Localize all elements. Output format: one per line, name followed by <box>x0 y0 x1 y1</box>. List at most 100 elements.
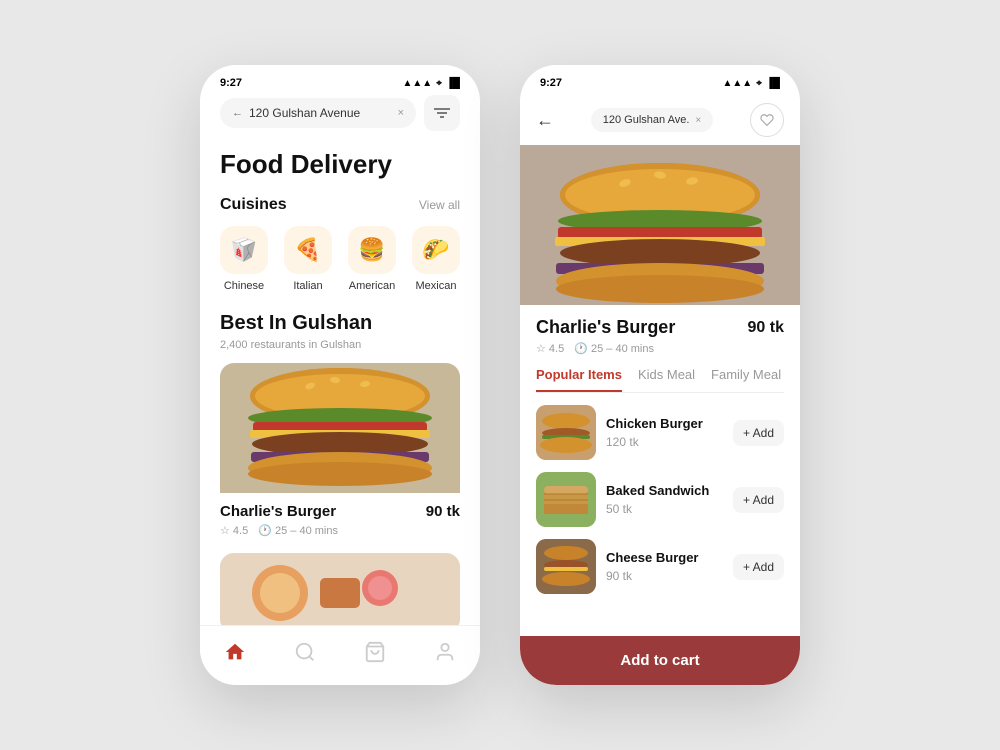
signal-icon: ▲▲▲ <box>402 78 432 89</box>
cuisine-italian[interactable]: 🍕 Italian <box>284 226 332 292</box>
home-icon <box>224 641 246 663</box>
cuisine-icon-italian: 🍕 <box>284 226 332 274</box>
right-time: 🕐 25 – 40 mins <box>574 342 654 355</box>
address-tag[interactable]: 120 Gulshan Ave. × <box>591 108 714 132</box>
cuisine-icon-mexican: 🌮 <box>412 226 460 274</box>
best-section-title: Best In Gulshan <box>220 312 460 335</box>
right-phone: 9:27 ▲▲▲ ⌖ ▐█ ← 120 Gulshan Ave. × <box>520 65 800 685</box>
tab-popular[interactable]: Popular Items <box>536 367 622 392</box>
address-text: 120 Gulshan Ave. <box>603 114 690 126</box>
restaurant-price: 90 tk <box>426 503 460 520</box>
cheese-burger-img <box>536 539 596 594</box>
restaurant-meta: ☆ 4.5 🕐 25 – 40 mins <box>220 524 460 537</box>
cuisine-label-mexican: Mexican <box>416 280 457 292</box>
restaurant-info: Charlie's Burger 90 tk ☆ 4.5 🕐 25 – 40 m… <box>220 493 460 541</box>
second-food-image <box>220 553 460 633</box>
restaurant-card[interactable]: Charlie's Burger 90 tk ☆ 4.5 🕐 25 – 40 m… <box>220 363 460 541</box>
signal-icon-right: ▲▲▲ <box>722 78 752 89</box>
cheese-burger-name: Cheese Burger <box>606 550 723 565</box>
cuisine-chinese[interactable]: 🥡 Chinese <box>220 226 268 292</box>
right-restaurant-price: 90 tk <box>748 319 784 337</box>
filter-icon <box>434 107 450 119</box>
nav-search[interactable] <box>294 641 316 663</box>
cuisine-mexican[interactable]: 🌮 Mexican <box>412 226 460 292</box>
cheese-burger-info: Cheese Burger 90 tk <box>606 550 723 583</box>
baked-sandwich-thumbnail <box>536 472 596 527</box>
nav-home[interactable] <box>224 641 246 663</box>
menu-item-2: Baked Sandwich 50 tk + Add <box>536 472 784 527</box>
menu-item-1: Chicken Burger 120 tk + Add <box>536 405 784 460</box>
chicken-burger-img <box>536 405 596 460</box>
time-left: 9:27 <box>220 77 242 89</box>
search-back-arrow: ← <box>232 107 243 119</box>
cuisines-title: Cuisines <box>220 196 287 214</box>
menu-item-3: Cheese Burger 90 tk + Add <box>536 539 784 594</box>
restaurant-name: Charlie's Burger <box>220 503 336 520</box>
status-icons-left: ▲▲▲ ⌖ ▐█ <box>402 78 460 89</box>
restaurant-name-row: Charlie's Burger 90 tk <box>220 503 460 520</box>
hero-image <box>520 145 800 305</box>
nav-profile[interactable] <box>434 641 456 663</box>
right-rating: ☆ 4.5 <box>536 342 564 355</box>
tab-kids-meal[interactable]: Kids Meal <box>638 367 695 392</box>
chicken-burger-info: Chicken Burger 120 tk <box>606 416 723 449</box>
battery-icon: ▐█ <box>446 78 460 89</box>
baked-sandwich-name: Baked Sandwich <box>606 483 723 498</box>
top-nav-right: ← 120 Gulshan Ave. × <box>520 95 800 145</box>
search-bar-row: ← 120 Gulshan Avenue × <box>220 95 460 131</box>
favorite-button[interactable] <box>750 103 784 137</box>
add-chicken-burger-button[interactable]: + Add <box>733 420 784 446</box>
cuisines-row: 🥡 Chinese 🍕 Italian 🍔 American 🌮 Mexican <box>220 226 460 292</box>
status-icons-right: ▲▲▲ ⌖ ▐█ <box>722 78 780 89</box>
left-phone: 9:27 ▲▲▲ ⌖ ▐█ ← 120 Gulshan Avenue × <box>200 65 480 685</box>
view-all-link[interactable]: View all <box>419 198 460 212</box>
phones-container: 9:27 ▲▲▲ ⌖ ▐█ ← 120 Gulshan Avenue × <box>200 65 800 685</box>
cuisine-label-chinese: Chinese <box>224 280 264 292</box>
right-restaurant-name: Charlie's Burger <box>536 317 675 338</box>
right-phone-content: Charlie's Burger 90 tk ☆ 4.5 🕐 25 – 40 m… <box>520 317 800 594</box>
cuisine-label-italian: Italian <box>293 280 322 292</box>
bottom-nav <box>200 625 480 685</box>
baked-sandwich-price: 50 tk <box>606 502 723 516</box>
wifi-icon: ⌖ <box>436 78 442 89</box>
add-to-cart-button[interactable]: Add to cart <box>520 636 800 685</box>
search-clear-icon[interactable]: × <box>398 107 404 119</box>
status-bar-left: 9:27 ▲▲▲ ⌖ ▐█ <box>200 65 480 95</box>
right-restaurant-meta: ☆ 4.5 🕐 25 – 40 mins <box>536 342 784 355</box>
cuisine-icon-american: 🍔 <box>348 226 396 274</box>
search-bar[interactable]: ← 120 Gulshan Avenue × <box>220 98 416 128</box>
menu-tabs: Popular Items Kids Meal Family Meal <box>536 367 784 393</box>
hero-burger-image <box>520 145 800 305</box>
chicken-burger-thumbnail <box>536 405 596 460</box>
left-phone-content: ← 120 Gulshan Avenue × Food Delivery Cui… <box>200 95 480 633</box>
profile-icon <box>434 641 456 663</box>
add-cheese-burger-button[interactable]: + Add <box>733 554 784 580</box>
cuisine-american[interactable]: 🍔 American <box>348 226 396 292</box>
time-badge: 🕐 25 – 40 mins <box>258 524 338 537</box>
baked-sandwich-info: Baked Sandwich 50 tk <box>606 483 723 516</box>
address-clear-icon[interactable]: × <box>695 115 701 126</box>
restaurant-image <box>220 363 460 493</box>
second-restaurant-card[interactable] <box>220 553 460 633</box>
cart-icon <box>364 641 386 663</box>
cheese-burger-price: 90 tk <box>606 569 723 583</box>
heart-icon <box>760 113 774 127</box>
filter-button[interactable] <box>424 95 460 131</box>
tab-family-meal[interactable]: Family Meal <box>711 367 781 392</box>
cuisine-icon-chinese: 🥡 <box>220 226 268 274</box>
chicken-burger-price: 120 tk <box>606 435 723 449</box>
page-title: Food Delivery <box>220 149 460 180</box>
cuisines-header: Cuisines View all <box>220 196 460 214</box>
back-button[interactable]: ← <box>536 110 554 131</box>
wifi-icon-right: ⌖ <box>756 78 762 89</box>
search-text: 120 Gulshan Avenue <box>249 106 360 120</box>
cheese-burger-thumbnail <box>536 539 596 594</box>
burger-image-left <box>225 366 455 491</box>
chicken-burger-name: Chicken Burger <box>606 416 723 431</box>
nav-cart[interactable] <box>364 641 386 663</box>
cuisine-label-american: American <box>349 280 395 292</box>
add-baked-sandwich-button[interactable]: + Add <box>733 487 784 513</box>
rating-badge: ☆ 4.5 <box>220 524 248 537</box>
time-right: 9:27 <box>540 77 562 89</box>
best-section-subtitle: 2,400 restaurants in Gulshan <box>220 339 460 351</box>
